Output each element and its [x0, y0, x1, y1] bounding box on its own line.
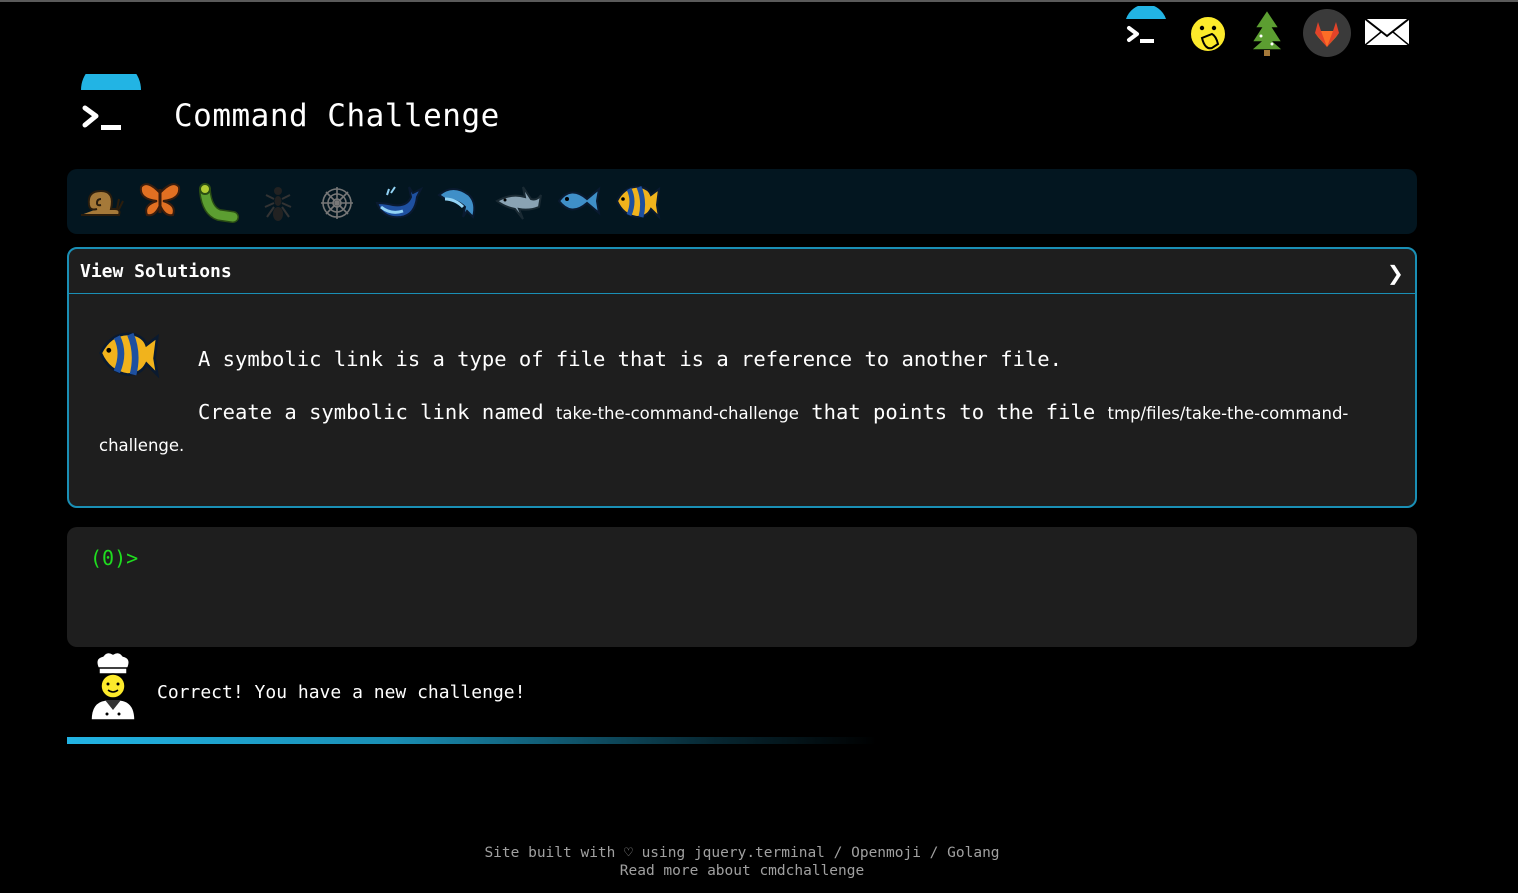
tropical-fish-icon — [99, 332, 160, 379]
chevron-right-icon: ❯ — [1387, 261, 1404, 285]
progress-fill — [67, 737, 877, 744]
progress-bar — [67, 737, 877, 744]
level-snail[interactable] — [75, 175, 125, 227]
footer-separator: / — [824, 845, 852, 861]
challenge-description: A symbolic link is a type of file that i… — [198, 347, 1062, 371]
ant-icon — [264, 187, 292, 221]
challenge-task: Create a symbolic link named take-the-co… — [99, 397, 1389, 461]
top-nav — [1118, 6, 1418, 62]
butterfly-icon — [139, 183, 181, 217]
view-solutions-toggle[interactable]: View Solutions ❯ — [69, 249, 1415, 294]
terminal-prompt: (0)> — [90, 546, 139, 570]
home-logo-link[interactable] — [1118, 6, 1174, 62]
level-bar — [67, 169, 1417, 234]
read-more-link[interactable]: Read more about cmdchallenge — [620, 863, 864, 879]
mail-link[interactable] — [1362, 6, 1418, 62]
level-ant[interactable] — [253, 175, 303, 227]
level-spider-web[interactable] — [313, 175, 363, 227]
caterpillar-icon — [199, 183, 239, 223]
snail-icon — [81, 189, 124, 216]
level-dolphin[interactable] — [433, 175, 483, 227]
tree-icon — [1249, 8, 1285, 56]
task-middle: that points to the file — [798, 400, 1108, 424]
tropical-fish-icon — [615, 185, 661, 220]
golang-link[interactable]: Golang — [947, 845, 999, 861]
challenge-card: View Solutions ❯ A symbolic link is a ty… — [67, 247, 1417, 508]
gitlab-icon — [1303, 9, 1351, 57]
openmoji-link[interactable]: Openmoji — [851, 845, 921, 861]
footer-line-1: Site built with ♡ using jquery.terminal … — [0, 844, 1484, 862]
whale-icon — [375, 186, 423, 219]
dolphin-icon — [437, 188, 476, 219]
tree-link[interactable] — [1243, 6, 1299, 62]
terminal-logo-icon — [1126, 6, 1166, 43]
jquery-terminal-link[interactable]: jquery.terminal — [694, 845, 825, 861]
task-suffix: . — [179, 436, 185, 455]
gitlab-link[interactable] — [1302, 6, 1358, 62]
footer-prefix: Site built with ♡ using — [484, 845, 694, 861]
feedback-message: Correct! You have a new challenge! — [157, 682, 526, 703]
shark-icon — [495, 186, 542, 220]
level-caterpillar[interactable] — [195, 175, 245, 227]
fish-icon — [557, 186, 601, 216]
spider-web-icon — [321, 187, 353, 219]
task-prefix: Create a symbolic link named — [198, 400, 556, 424]
terminal[interactable]: (0)> — [67, 527, 1417, 647]
challenge-avatar — [89, 318, 169, 388]
level-shark[interactable] — [493, 175, 543, 227]
chef-avatar — [85, 650, 141, 722]
top-border — [0, 0, 1518, 2]
level-whale[interactable] — [373, 175, 423, 227]
terminal-logo-icon — [81, 60, 141, 130]
site-logo[interactable] — [78, 60, 148, 144]
face-with-hand-over-mouth-icon — [1189, 15, 1227, 53]
view-solutions-label: View Solutions — [80, 261, 232, 282]
level-butterfly[interactable] — [135, 175, 185, 227]
quiet-face-link[interactable] — [1182, 6, 1238, 62]
cook-icon — [90, 651, 136, 721]
footer: Site built with ♡ using jquery.terminal … — [0, 844, 1484, 880]
mail-icon — [1363, 17, 1411, 47]
level-tropical-fish[interactable] — [613, 175, 663, 227]
task-link-name: take-the-command-challenge — [555, 404, 799, 423]
footer-separator: / — [920, 845, 948, 861]
page-title: Command Challenge — [174, 98, 500, 134]
level-fish[interactable] — [553, 175, 603, 227]
